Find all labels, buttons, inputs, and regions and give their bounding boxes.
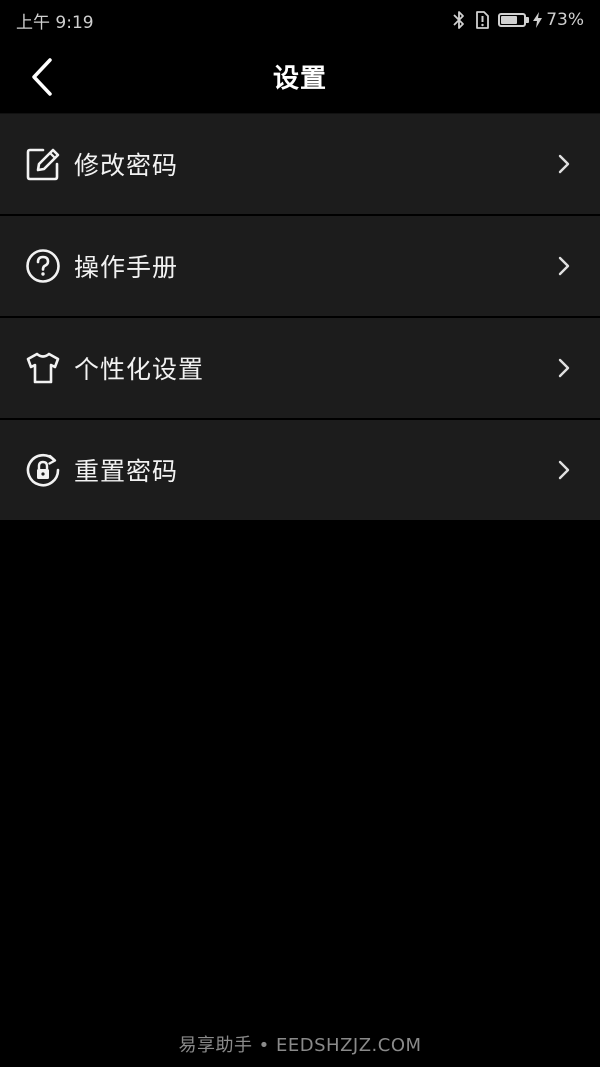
header: 设置: [0, 40, 600, 113]
bluetooth-icon: [452, 10, 466, 30]
edit-icon: [25, 146, 61, 182]
chevron-right-icon: [556, 458, 572, 482]
menu-item-label: 操作手册: [74, 253, 179, 282]
help-circle-icon: [25, 248, 61, 284]
battery-body: [498, 13, 527, 27]
menu-item-change-password[interactable]: 修改密码: [0, 113, 600, 216]
chevron-right-icon: [556, 152, 572, 176]
status-left: 上午 9:19: [16, 8, 94, 33]
battery-fill: [501, 16, 518, 24]
page-title: 设置: [272, 64, 327, 94]
menu-item-label: 个性化设置: [74, 355, 205, 384]
tshirt-icon: [25, 350, 61, 386]
chevron-right-icon: [556, 254, 572, 278]
settings-menu: 修改密码 操作手册 个性化设置 重置密码: [0, 113, 600, 522]
menu-item-manual[interactable]: 操作手册: [0, 216, 600, 318]
menu-item-label: 重置密码: [74, 457, 179, 486]
menu-item-label: 修改密码: [74, 151, 179, 180]
status-bar: 上午 9:19 73%: [0, 0, 600, 40]
watermark: 易享助手 • EEDSHZJZ.COM: [178, 1035, 422, 1056]
battery-icon: 73%: [498, 10, 584, 30]
menu-item-personalization[interactable]: 个性化设置: [0, 318, 600, 420]
status-right: 73%: [452, 10, 584, 30]
chevron-right-icon: [556, 356, 572, 380]
menu-item-reset-password[interactable]: 重置密码: [0, 420, 600, 522]
status-time: 上午 9:19: [16, 12, 94, 33]
back-button[interactable]: [22, 52, 62, 102]
battery-tip: [526, 17, 530, 23]
alert-sim-icon: [474, 10, 490, 30]
lock-reset-icon: [25, 452, 61, 488]
charging-bolt-icon: [533, 12, 543, 28]
chevron-left-icon: [32, 57, 52, 96]
battery-percent: 73%: [546, 10, 584, 30]
